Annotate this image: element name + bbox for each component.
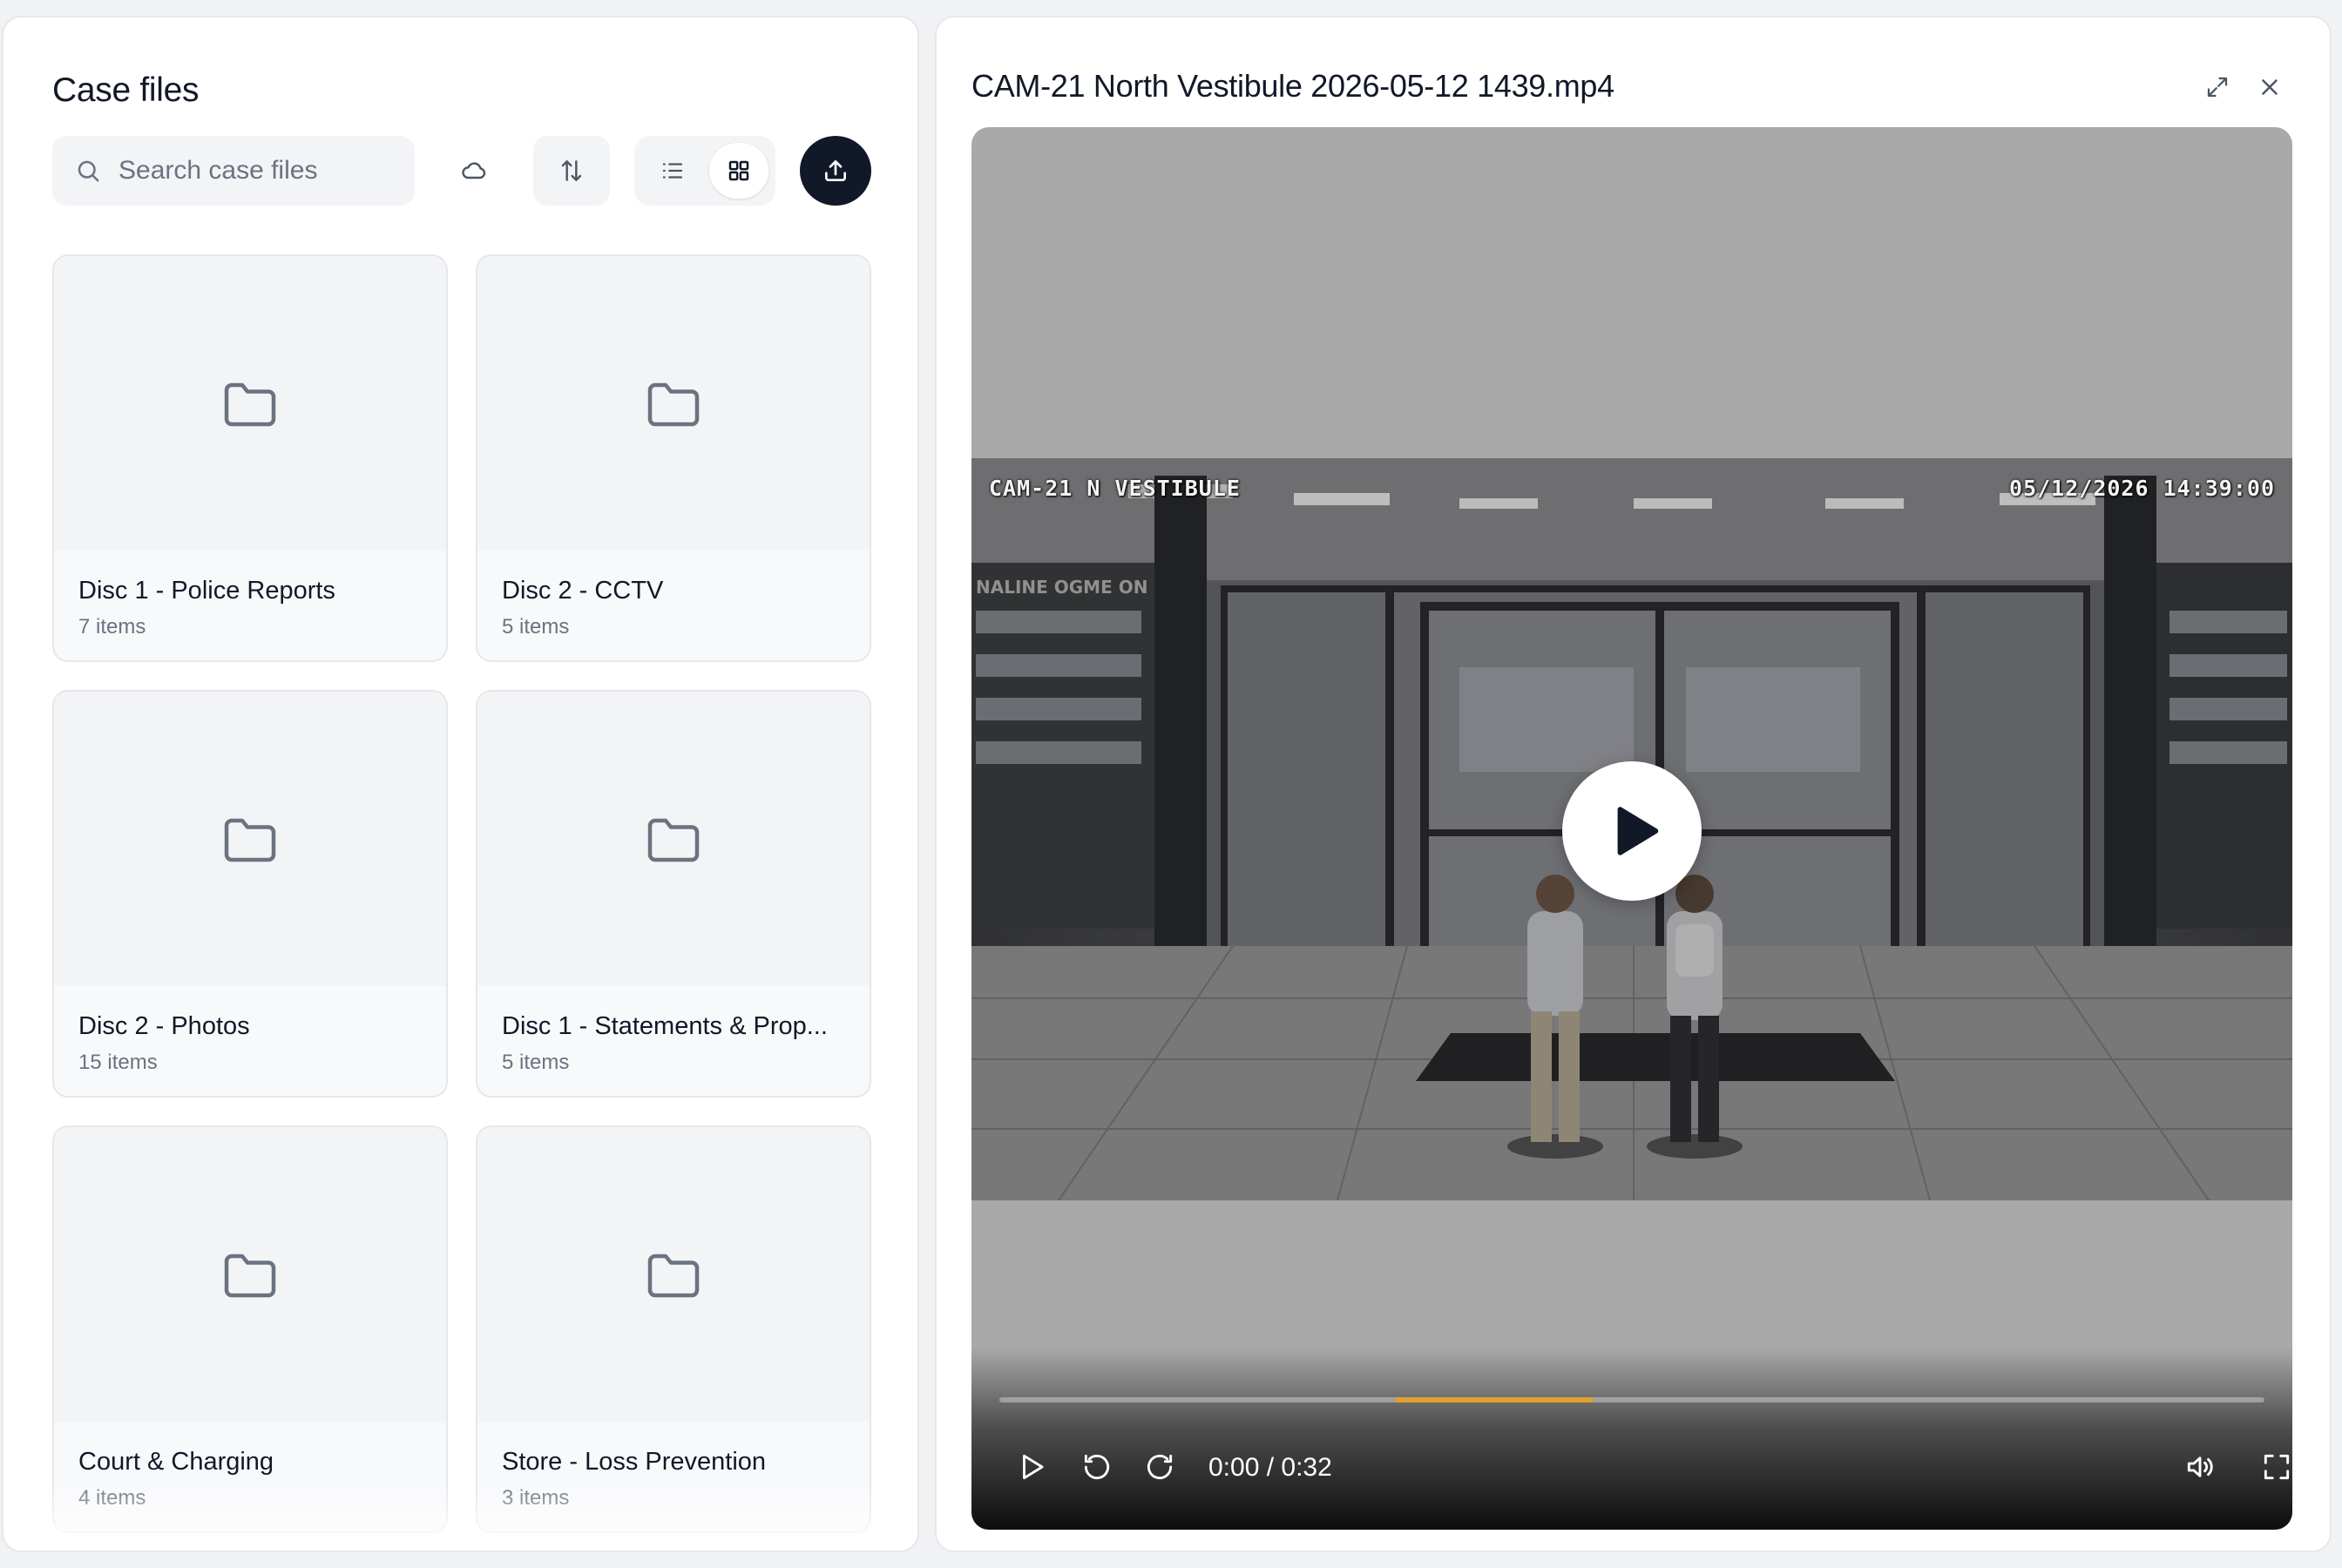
fullscreen-icon xyxy=(2264,1454,2290,1480)
volume-button[interactable] xyxy=(2176,1443,2224,1491)
folder-icon xyxy=(224,1254,276,1298)
sort-button[interactable] xyxy=(533,136,610,206)
folder-name: Store - Loss Prevention xyxy=(502,1448,767,1476)
osd-timestamp: 05/12/2026 14:39:00 xyxy=(2009,476,2275,501)
file-viewer-panel: CAM-21 North Vestibule 2026-05-12 1439.m… xyxy=(935,16,2332,1552)
progress-bar[interactable] xyxy=(999,1397,2264,1402)
folder-name: Disc 1 - Statements & Prop... xyxy=(502,1012,828,1040)
video-player[interactable]: NALINE OGME ON CAM-21 N VESTIBULE 05/12/… xyxy=(971,127,2292,1530)
folder-card[interactable]: Disc 1 - Police Reports 7 items xyxy=(52,254,448,662)
rewind-button[interactable] xyxy=(1073,1443,1121,1491)
folder-card[interactable]: Court & Charging 4 items xyxy=(52,1125,448,1533)
folder-thumbnail xyxy=(477,256,870,551)
upload-button[interactable] xyxy=(800,136,871,206)
folder-item-count: 3 items xyxy=(502,1486,570,1510)
sort-arrows-icon xyxy=(561,160,582,181)
folder-thumbnail xyxy=(54,256,446,551)
progress-buffered xyxy=(1395,1397,1594,1402)
folder-name: Disc 2 - Photos xyxy=(78,1012,250,1040)
folder-card[interactable]: Disc 2 - CCTV 5 items xyxy=(476,254,871,662)
folder-icon xyxy=(224,818,276,862)
case-files-panel: Case files Disc 1 - Police Reports 7 ite… xyxy=(2,16,919,1552)
list-icon xyxy=(662,163,683,179)
fullscreen-button[interactable] xyxy=(2252,1443,2292,1491)
folder-item-count: 4 items xyxy=(78,1486,146,1510)
list-view-button[interactable] xyxy=(643,143,702,199)
expand-icon xyxy=(2207,77,2228,98)
folder-icon xyxy=(647,1254,700,1298)
folder-item-count: 5 items xyxy=(502,1051,570,1074)
folder-name: Disc 1 - Police Reports xyxy=(78,577,335,605)
volume-icon xyxy=(2187,1456,2213,1477)
grid-icon xyxy=(728,160,749,181)
search-box[interactable] xyxy=(52,136,415,206)
folder-name: Disc 2 - CCTV xyxy=(502,577,664,605)
folder-card[interactable]: Disc 1 - Statements & Prop... 5 items xyxy=(476,690,871,1098)
play-icon xyxy=(1023,1454,1044,1480)
folder-thumbnail xyxy=(54,692,446,986)
close-button[interactable] xyxy=(2251,68,2289,106)
player-controls: 0:00 / 0:32 xyxy=(971,1347,2292,1530)
folder-item-count: 5 items xyxy=(502,615,570,639)
time-readout: 0:00 / 0:32 xyxy=(1208,1453,1332,1482)
forward-button[interactable] xyxy=(1135,1443,1184,1491)
folder-icon xyxy=(647,818,700,862)
osd-camera-label: CAM-21 N VESTIBULE xyxy=(989,476,1241,501)
cloud-icon xyxy=(462,162,486,179)
search-icon xyxy=(78,160,99,182)
folder-icon xyxy=(647,382,700,427)
folder-item-count: 15 items xyxy=(78,1051,158,1074)
folder-card[interactable]: Disc 2 - Photos 15 items xyxy=(52,690,448,1098)
cloud-button[interactable] xyxy=(439,136,509,206)
play-icon xyxy=(1617,807,1659,855)
folder-name: Court & Charging xyxy=(78,1448,274,1476)
center-play-button[interactable] xyxy=(1562,761,1702,901)
folder-thumbnail xyxy=(477,692,870,986)
folder-thumbnail xyxy=(54,1127,446,1422)
upload-icon xyxy=(825,160,846,181)
grid-view-button[interactable] xyxy=(709,143,768,199)
search-input[interactable] xyxy=(118,156,397,186)
play-button[interactable] xyxy=(1008,1443,1057,1491)
expand-button[interactable] xyxy=(2198,68,2237,106)
close-icon xyxy=(2262,79,2278,95)
page-title: Case files xyxy=(52,71,200,109)
folder-card[interactable]: Store - Loss Prevention 3 items xyxy=(476,1125,871,1533)
forward-icon xyxy=(1147,1454,1173,1480)
folder-item-count: 7 items xyxy=(78,615,146,639)
file-title: CAM-21 North Vestibule 2026-05-12 1439.m… xyxy=(971,68,1614,104)
folder-icon xyxy=(224,382,276,427)
folder-thumbnail xyxy=(477,1127,870,1422)
rewind-icon xyxy=(1084,1454,1110,1480)
view-toggle xyxy=(634,136,775,206)
